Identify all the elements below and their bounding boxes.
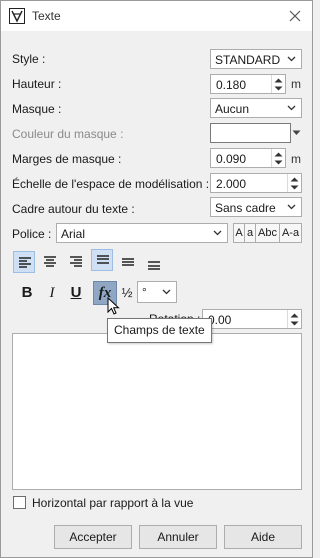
marges-masque-field[interactable]: 0.090 (210, 148, 286, 168)
spin-up-icon (274, 78, 283, 83)
hauteur-field[interactable]: 0.180 (210, 74, 286, 94)
valign-middle-button[interactable] (117, 251, 139, 273)
text-dialog: Texte Style : STANDARD Hauteur : 0.180 m… (0, 0, 313, 558)
style-value: STANDARD (215, 53, 281, 67)
spin-down-icon (274, 86, 283, 91)
cadre-value: Sans cadre (215, 201, 276, 215)
help-button[interactable]: Aide (224, 525, 302, 549)
echelle-stepper[interactable] (287, 174, 301, 192)
marges-masque-label: Marges de masque : (12, 152, 122, 166)
mouse-cursor-icon (107, 297, 120, 315)
align-center-button[interactable] (39, 251, 61, 273)
police-label: Police : (12, 227, 52, 241)
spin-up-icon (290, 177, 299, 182)
cancel-button[interactable]: Annuler (139, 525, 217, 549)
spin-down-icon (274, 160, 283, 165)
hauteur-label: Hauteur : (12, 77, 62, 91)
rotation-field[interactable]: 0.00 (202, 309, 302, 329)
window-title: Texte (32, 9, 61, 23)
spin-down-icon (290, 321, 299, 326)
chevron-down-icon (213, 230, 222, 236)
align-right-icon (70, 256, 82, 267)
valign-middle-icon (122, 258, 134, 266)
text-app-icon (9, 8, 25, 24)
titlecase-button[interactable]: Abc (255, 223, 280, 243)
togglecase-button[interactable]: A-a (279, 223, 302, 243)
chevron-down-icon (162, 289, 171, 295)
rotation-stepper[interactable] (287, 310, 301, 328)
masque-label: Masque : (12, 102, 62, 116)
echelle-field[interactable]: 2.000 (210, 173, 302, 193)
spin-up-icon (290, 313, 299, 318)
echelle-value: 2.000 (216, 177, 247, 191)
title-bar: Texte (1, 1, 312, 31)
police-select[interactable]: Arial (56, 223, 228, 243)
text-content-area[interactable] (12, 333, 302, 490)
tooltip: Champs de texte (107, 318, 212, 343)
horizontal-checkbox[interactable] (13, 496, 26, 509)
spin-up-icon (274, 152, 283, 157)
underline-button[interactable]: U (65, 282, 87, 304)
masque-select[interactable]: Aucun (210, 98, 302, 118)
chevron-down-icon (287, 56, 296, 62)
close-icon[interactable] (286, 7, 304, 25)
symbol-value: ° (142, 285, 147, 299)
chevron-down-icon (287, 105, 296, 111)
symbol-select[interactable]: ° (137, 281, 177, 303)
cadre-label: Cadre autour du texte : (12, 202, 135, 216)
marges-masque-value: 0.090 (216, 152, 247, 166)
valign-top-icon (97, 255, 109, 264)
masque-value: Aucun (215, 102, 250, 116)
align-left-icon (19, 257, 31, 268)
align-left-button[interactable] (13, 251, 35, 273)
cadre-select[interactable]: Sans cadre (210, 197, 302, 217)
chevron-down-icon (287, 204, 296, 210)
couleur-masque-swatch[interactable] (210, 123, 291, 143)
style-label: Style : (12, 52, 46, 66)
hauteur-unit: m (291, 77, 301, 91)
bold-button[interactable]: B (16, 282, 38, 304)
echelle-label: Échelle de l'espace de modélisation : (12, 177, 210, 191)
hauteur-value: 0.180 (216, 78, 247, 92)
marges-masque-unit: m (291, 152, 301, 166)
marges-masque-stepper[interactable] (271, 149, 285, 167)
valign-bottom-icon (148, 261, 160, 270)
italic-button[interactable]: I (41, 282, 63, 304)
hauteur-stepper[interactable] (271, 75, 285, 93)
spin-down-icon (290, 185, 299, 190)
align-right-button[interactable] (65, 251, 87, 273)
align-center-icon (44, 256, 56, 267)
valign-bottom-button[interactable] (143, 253, 165, 275)
accept-button[interactable]: Accepter (54, 525, 132, 549)
police-value: Arial (61, 227, 86, 241)
valign-top-button[interactable] (91, 249, 113, 271)
style-select[interactable]: STANDARD (210, 49, 302, 69)
horizontal-checkbox-label: Horizontal par rapport à la vue (32, 496, 194, 510)
chevron-down-icon[interactable] (292, 130, 301, 136)
couleur-masque-label: Couleur du masque : (12, 127, 124, 141)
